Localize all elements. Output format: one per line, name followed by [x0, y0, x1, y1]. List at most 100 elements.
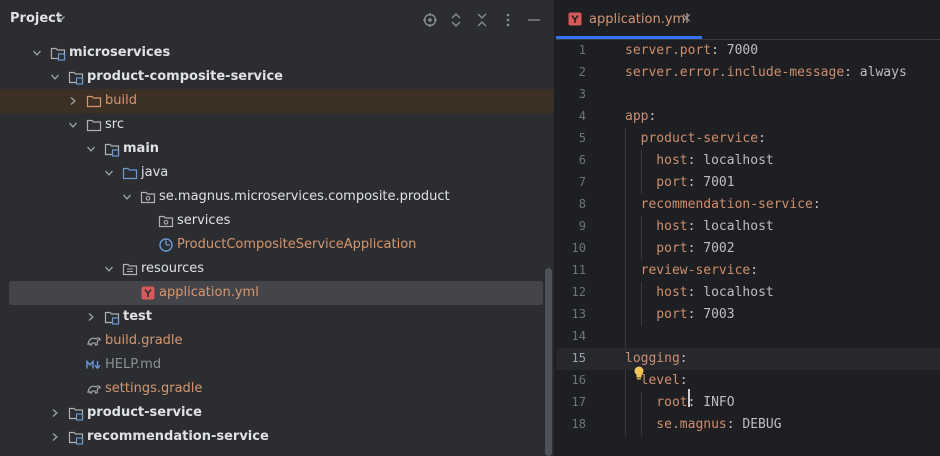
lightbulb-icon[interactable]	[632, 365, 646, 381]
yaml-value: : 7000	[711, 43, 759, 58]
tree-item[interactable]: application.yml	[9, 281, 543, 305]
chevron-down-icon[interactable]	[104, 264, 114, 274]
module-folder-icon	[50, 47, 66, 61]
line-number[interactable]: 9	[556, 219, 586, 233]
line-text: server.port: 7000	[625, 43, 758, 58]
tree-item[interactable]: test	[0, 305, 554, 329]
code-line[interactable]: 15 logging:	[556, 348, 940, 370]
tree-item-label: settings.gradle	[105, 381, 203, 396]
line-number[interactable]: 13	[556, 307, 586, 321]
tab-application-yml[interactable]: application.yml ×	[556, 0, 702, 40]
chevron-down-icon[interactable]	[32, 48, 42, 58]
code-line[interactable]: 17 root: INFO	[556, 392, 940, 414]
code-line[interactable]: 4 app:	[556, 106, 940, 128]
tree-item[interactable]: recommendation-service	[0, 425, 554, 449]
chevron-down-icon[interactable]	[68, 120, 78, 130]
chevron-right-icon[interactable]	[68, 96, 78, 106]
line-text: app:	[625, 109, 656, 124]
yaml-key: recommendation-service	[625, 197, 813, 212]
tab-label: application.yml	[589, 12, 689, 27]
line-number[interactable]: 5	[556, 131, 586, 145]
line-text: port: 7002	[625, 241, 734, 256]
tree-item[interactable]: java	[0, 161, 554, 185]
tree-item[interactable]: se.magnus.microservices.composite.produc…	[0, 185, 554, 209]
tree-item[interactable]: services	[0, 209, 554, 233]
line-text: root: INFO	[625, 395, 734, 410]
line-number[interactable]: 1	[556, 43, 586, 57]
line-number[interactable]: 11	[556, 263, 586, 277]
tree-item[interactable]: product-service	[0, 401, 554, 425]
chevron-down-icon[interactable]	[104, 168, 114, 178]
code-line[interactable]: 3	[556, 84, 940, 106]
tree-item[interactable]: resources	[0, 257, 554, 281]
tree-item[interactable]: settings.gradle	[0, 377, 554, 401]
package-icon	[140, 191, 156, 204]
code-line[interactable]: 5 product-service:	[556, 128, 940, 150]
yaml-key: logging	[625, 351, 680, 366]
chevron-right-icon[interactable]	[50, 432, 60, 442]
chevron-down-icon[interactable]	[86, 144, 96, 154]
chevron-right-icon[interactable]	[86, 312, 96, 322]
code-line[interactable]: 12 host: localhost	[556, 282, 940, 304]
code-line[interactable]: 8 recommendation-service:	[556, 194, 940, 216]
code-line[interactable]: 1 server.port: 7000	[556, 40, 940, 62]
tree-item[interactable]: src	[0, 113, 554, 137]
line-number[interactable]: 8	[556, 197, 586, 211]
code-line[interactable]: 14	[556, 326, 940, 348]
tree-item[interactable]: HELP.md	[0, 353, 554, 377]
line-number[interactable]: 12	[556, 285, 586, 299]
line-number[interactable]: 14	[556, 329, 586, 343]
code-line[interactable]: 11 review-service:	[556, 260, 940, 282]
line-number[interactable]: 10	[556, 241, 586, 255]
gradle-icon	[87, 385, 101, 394]
line-number[interactable]: 4	[556, 109, 586, 123]
chevron-right-icon[interactable]	[50, 408, 60, 418]
line-number[interactable]: 6	[556, 153, 586, 167]
minimize-icon[interactable]	[526, 12, 542, 28]
line-number[interactable]: 7	[556, 175, 586, 189]
code-line[interactable]: 10 port: 7002	[556, 238, 940, 260]
spring-boot-class-icon	[159, 238, 173, 252]
chevron-down-icon[interactable]	[56, 13, 66, 23]
yaml-key: port	[625, 241, 688, 256]
chevron-down-icon[interactable]	[50, 72, 60, 82]
options-icon[interactable]	[500, 12, 516, 28]
package-icon	[158, 215, 174, 228]
code-line[interactable]: 18 se.magnus: DEBUG	[556, 414, 940, 436]
module-folder-icon	[104, 311, 120, 325]
project-view-title[interactable]: Project	[10, 11, 62, 26]
close-icon[interactable]: ×	[681, 11, 692, 26]
yaml-key: app	[625, 109, 649, 124]
tree-item[interactable]: product-composite-service	[0, 65, 554, 89]
active-tab-indicator	[556, 36, 702, 39]
line-number[interactable]: 3	[556, 87, 586, 101]
tree-item[interactable]: build.gradle	[0, 329, 554, 353]
line-number[interactable]: 2	[556, 65, 586, 79]
line-text: review-service:	[625, 263, 758, 278]
code-line[interactable]: 6 host: localhost	[556, 150, 940, 172]
tree-item-label: application.yml	[159, 285, 259, 300]
tree-item[interactable]: ProductCompositeServiceApplication	[0, 233, 554, 257]
code-line[interactable]: 2 server.error.include-message: always	[556, 62, 940, 84]
code-line[interactable]: 9 host: localhost	[556, 216, 940, 238]
code-editor[interactable]: 1 server.port: 7000 2 server.error.include-…	[556, 40, 940, 456]
tree-item[interactable]: build	[0, 89, 554, 113]
chevron-down-icon[interactable]	[122, 192, 132, 202]
yaml-value: : 7001	[687, 175, 735, 190]
code-line[interactable]: 16 level:	[556, 370, 940, 392]
line-number[interactable]: 18	[556, 417, 586, 431]
line-number[interactable]: 16	[556, 373, 586, 387]
line-number[interactable]: 17	[556, 395, 586, 409]
locate-icon[interactable]	[422, 12, 438, 28]
code-line[interactable]: 13 port: 7003	[556, 304, 940, 326]
code-line[interactable]: 7 port: 7001	[556, 172, 940, 194]
expand-all-icon[interactable]	[448, 12, 464, 28]
yaml-key: se.magnus	[625, 417, 727, 432]
tree-item[interactable]: main	[0, 137, 554, 161]
tree-scrollbar[interactable]	[545, 268, 552, 456]
collapse-all-icon[interactable]	[474, 12, 490, 28]
line-number[interactable]: 15	[556, 351, 586, 365]
yaml-value: : DEBUG	[726, 417, 782, 432]
yaml-key: host	[625, 219, 688, 234]
tree-item[interactable]: microservices	[0, 41, 554, 65]
